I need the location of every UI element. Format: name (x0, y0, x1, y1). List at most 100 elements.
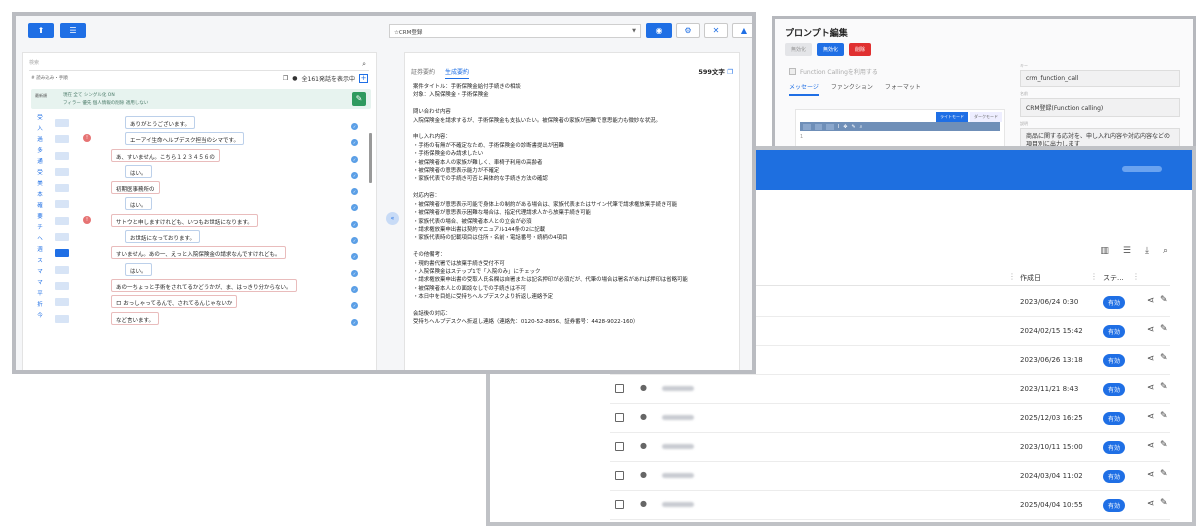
utterance-row[interactable]: あの一ちょっと手術をされてるかどうかが、ま、はっきり分からない。 ✓ (51, 278, 371, 294)
search-icon[interactable]: ⌕ (362, 60, 366, 69)
check-icon[interactable]: ✓ (351, 237, 358, 245)
utterance-row[interactable]: 初期医事務所の ✓ (51, 180, 371, 196)
check-icon[interactable]: ✓ (351, 204, 358, 212)
share-icon[interactable]: ⋖ (1147, 383, 1155, 393)
share-icon[interactable]: ⋖ (1147, 441, 1155, 451)
checkbox-icon[interactable] (789, 68, 796, 75)
share-icon[interactable]: ⋖ (1147, 325, 1155, 335)
tab-message[interactable]: メッセージ (789, 82, 819, 96)
timestamp-badge[interactable] (55, 265, 69, 274)
timestamp-badge[interactable] (55, 233, 69, 242)
utterance-bubble[interactable]: すいません。あの一、えっと入院保険金の請求なんですけれども。 (111, 246, 286, 260)
columns-icon[interactable]: ▥ (1100, 246, 1109, 256)
wand-icon[interactable]: ✎ (851, 124, 855, 130)
name-field[interactable]: CRM登録(Function calling) (1020, 98, 1180, 117)
tab-generated-summary[interactable]: 生成要約 (445, 67, 470, 79)
topic-label[interactable]: 通 (37, 157, 43, 168)
topic-label[interactable]: ス (37, 256, 43, 267)
cursor-icon[interactable]: I (838, 124, 839, 130)
topic-label[interactable]: 受 (37, 168, 43, 179)
move-icon[interactable]: ✥ (843, 124, 847, 130)
share-icon[interactable]: ⋖ (1147, 296, 1155, 306)
timestamp-badge[interactable] (55, 314, 69, 323)
sort-label[interactable]: 最新順 (35, 93, 47, 99)
info-icon[interactable]: ● (292, 75, 297, 82)
table-row[interactable]: ● 2025/04/04 10:55 有効 ⋖ ✎ (610, 491, 1170, 520)
edit-icon[interactable]: ✎ (1160, 469, 1168, 479)
dark-mode-button[interactable]: ダークモード (970, 112, 1002, 122)
topic-label[interactable]: チ (37, 223, 43, 234)
utterance-bubble[interactable]: 初期医事務所の (111, 181, 160, 195)
row-checkbox[interactable] (615, 442, 624, 451)
settings-button[interactable]: ⚙ (676, 23, 700, 38)
copy-icon[interactable]: ❐ (727, 68, 733, 76)
utterance-bubble[interactable]: はい。 (125, 164, 152, 178)
utterance-row[interactable]: ありがとうございます。 ✓ (51, 115, 371, 131)
edit-icon[interactable]: ✎ (1160, 324, 1168, 334)
close-button[interactable]: ✕ (704, 23, 728, 38)
tab-function[interactable]: ファンクション (831, 82, 873, 96)
check-icon[interactable]: ✓ (351, 269, 358, 277)
utterance-bubble[interactable]: ロ おっしゃってるんで、されてるんじゃないか (111, 295, 238, 309)
scrollbar[interactable] (369, 133, 372, 183)
copy-icon[interactable]: ❐ (283, 75, 288, 82)
row-checkbox[interactable] (615, 413, 624, 422)
key-field[interactable]: crm_function_call (1020, 70, 1180, 87)
row-checkbox[interactable] (615, 500, 624, 509)
download-icon[interactable]: ⤓ (1145, 246, 1149, 256)
topic-label[interactable]: 本 (37, 190, 43, 201)
table-row[interactable]: ● 2023/11/21 8:43 有効 ⋖ ✎ (610, 375, 1170, 404)
timestamp-badge[interactable] (55, 184, 69, 193)
edit-icon[interactable]: ✎ (1160, 411, 1168, 421)
check-icon[interactable]: ✓ (351, 253, 358, 261)
check-icon[interactable]: ✓ (351, 318, 358, 326)
search-icon[interactable]: ⌕ (1163, 246, 1168, 256)
timestamp-badge[interactable] (55, 298, 69, 307)
table-row[interactable]: ● 2024/03/04 11:02 有効 ⋖ ✎ (610, 462, 1170, 491)
format-button[interactable] (814, 123, 823, 130)
check-icon[interactable]: ✓ (351, 139, 358, 147)
user-name-redacted[interactable] (1122, 166, 1162, 172)
timestamp-badge[interactable] (55, 151, 69, 160)
prompt-select[interactable]: ☆CRM登録 ▼ (389, 24, 641, 38)
utterance-bubble[interactable]: はい。 (125, 197, 152, 211)
edit-filter-button[interactable]: ✎ (352, 92, 366, 106)
utterance-row[interactable]: ! サトウと申しますけれども、いつもお世話になります。 ✓ (51, 213, 371, 229)
share-icon[interactable]: ⋖ (1147, 354, 1155, 364)
tab-format[interactable]: フォーマット (885, 82, 921, 96)
edit-icon[interactable]: ✎ (1160, 382, 1168, 392)
utterance-bubble[interactable]: エーアイ生命ヘルプデスク担当のシマです。 (125, 132, 244, 146)
enable-button[interactable]: 無効化 (817, 43, 845, 56)
column-created-date[interactable]: 作成日 (1020, 273, 1041, 283)
topic-label[interactable]: 週 (37, 245, 43, 256)
add-button[interactable]: + (359, 74, 368, 83)
edit-icon[interactable]: ✎ (1160, 440, 1168, 450)
share-icon[interactable]: ⋖ (1147, 412, 1155, 422)
utterance-row[interactable]: ロ おっしゃってるんで、されてるんじゃないか ✓ (51, 294, 371, 310)
check-icon[interactable]: ✓ (351, 171, 358, 179)
prompt-code-editor[interactable]: ライトモード ダークモード I ✥ ✎ ⌕ 1 (795, 109, 1005, 147)
utterance-row[interactable]: はい。 ✓ (51, 262, 371, 278)
column-status[interactable]: ステ... (1103, 273, 1124, 283)
utterance-bubble[interactable]: お世話になっております。 (125, 230, 201, 244)
check-icon[interactable]: ✓ (351, 302, 358, 310)
topic-label[interactable]: 要 (37, 212, 43, 223)
topic-label[interactable]: 確 (37, 201, 43, 212)
check-icon[interactable]: ✓ (351, 188, 358, 196)
filter-icon[interactable]: ☰ (1123, 246, 1131, 256)
timestamp-badge[interactable] (55, 249, 69, 258)
share-icon[interactable]: ⋖ (1147, 470, 1155, 480)
check-icon[interactable]: ✓ (351, 123, 358, 130)
topic-label[interactable]: 過 (37, 135, 43, 146)
topic-label[interactable]: 今 (37, 311, 43, 322)
utterance-bubble[interactable]: など言います。 (111, 311, 159, 325)
topic-label[interactable]: マ (37, 278, 43, 289)
utterance-row[interactable]: あ、すいません。こちら１２３４５６の ✓ (51, 148, 371, 164)
topic-label[interactable]: マ (37, 267, 43, 278)
timestamp-badge[interactable] (55, 119, 69, 127)
utterance-row[interactable]: お世話になっております。 ✓ (51, 229, 371, 245)
format-button[interactable] (803, 123, 811, 130)
function-calling-checkbox[interactable]: Function Callingを利用する (789, 67, 878, 76)
share-icon[interactable]: ⋖ (1147, 499, 1155, 509)
row-checkbox[interactable] (615, 471, 624, 480)
